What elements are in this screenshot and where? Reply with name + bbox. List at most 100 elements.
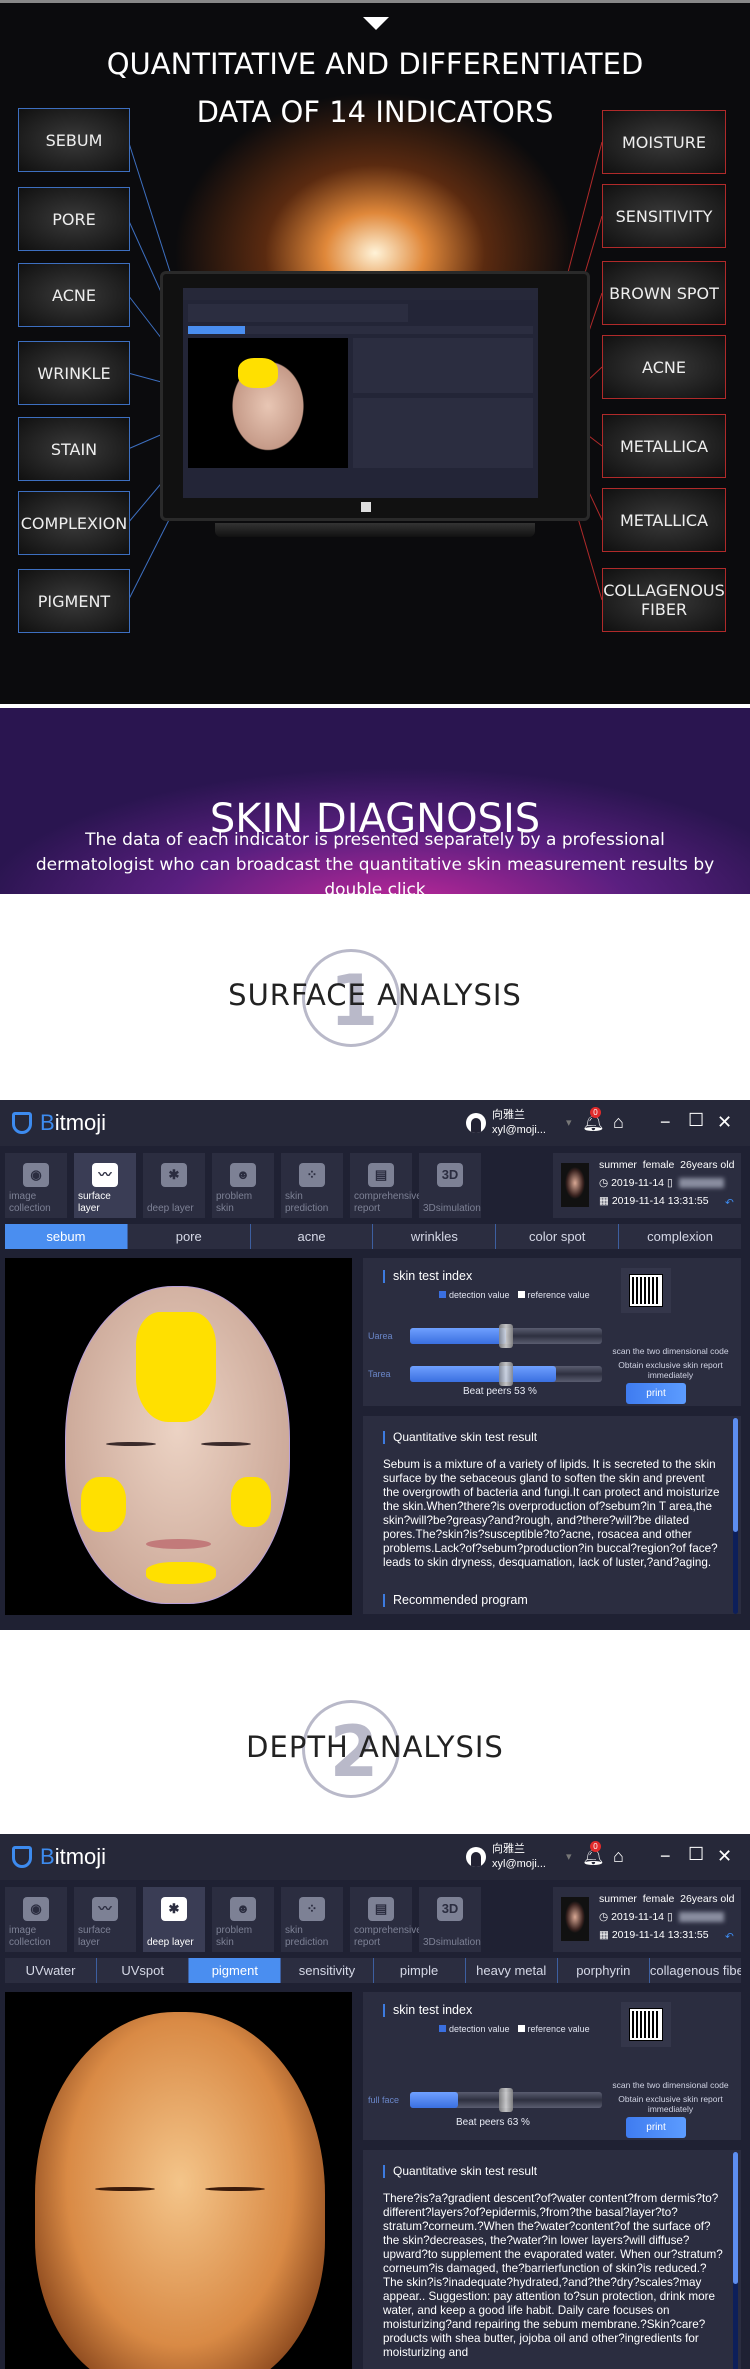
chart-monitor-icon: 〰	[92, 1163, 118, 1187]
indicator-box-right: COLLAGENOUS FIBER	[602, 568, 726, 632]
camera-icon: ◉	[23, 1163, 49, 1187]
toolbar-molecule[interactable]: ✱ deep layer	[143, 1153, 205, 1218]
tab-porphyrin[interactable]: porphyrin	[556, 1958, 649, 1983]
minimize-button[interactable]: −	[660, 1846, 671, 1867]
caret-down-icon[interactable]: ▾	[566, 1850, 572, 1865]
toolbar-camera[interactable]: ◉ image collection	[5, 1153, 67, 1218]
face-photo-pigment	[35, 2012, 325, 2369]
toolbar-molecule[interactable]: ✱ deep layer	[143, 1887, 205, 1952]
toolbar-camera[interactable]: ◉ image collection	[5, 1887, 67, 1952]
indicator-box-left: PORE	[18, 187, 130, 251]
toolbar-mask[interactable]: ☻ problem skin	[212, 1887, 274, 1952]
toolbar-mask[interactable]: ☻ problem skin	[212, 1153, 274, 1218]
close-button[interactable]: ✕	[717, 1112, 732, 1133]
qr-caption: scan the two dimensional code	[612, 2080, 729, 2090]
face-analysis-image	[5, 1992, 352, 2369]
maximize-button[interactable]: ☐	[688, 1110, 704, 1131]
maximize-button[interactable]: ☐	[688, 1844, 704, 1865]
calendar-icon: ▦	[599, 1195, 609, 1207]
indicator-box-left: ACNE	[18, 263, 130, 327]
toolbar-bubbles[interactable]: ⁘ skin prediction	[281, 1887, 343, 1952]
qr-code	[621, 1268, 671, 1313]
back-icon[interactable]: ↶	[725, 1931, 734, 1943]
toolbar-clipboard-chart[interactable]: ▤ comprehensive report	[350, 1153, 422, 1218]
bubbles-icon: ⁘	[299, 1897, 325, 1921]
qr-caption: scan the two dimensional code	[612, 1346, 729, 1356]
clock-icon: ◷	[599, 1911, 609, 1923]
print-button[interactable]: print	[626, 1383, 686, 1404]
calendar-icon: ▦	[599, 1929, 609, 1941]
mask-icon: ☻	[230, 1163, 256, 1187]
tab-wrinkles[interactable]: wrinkles	[372, 1224, 495, 1249]
indicator-tabs: sebum pore acne wrinkles color spot complexio…	[5, 1224, 741, 1249]
3d-icon: 3D	[437, 1163, 463, 1187]
tab-pore[interactable]: pore	[126, 1224, 250, 1249]
notification-badge: 0	[590, 1107, 601, 1118]
tab-pigment[interactable]: pigment	[188, 1958, 281, 1983]
home-icon[interactable]: ⌂	[613, 1112, 624, 1133]
tab-UVwater[interactable]: UVwater	[5, 1958, 96, 1983]
indicator-tabs: UVwater UVspot pigment sensitivity pimple hea…	[5, 1958, 741, 1983]
tab-color-spot[interactable]: color spot	[495, 1224, 618, 1249]
mask-icon: ☻	[230, 1897, 256, 1921]
banner-text: The data of each indicator is presented …	[35, 830, 715, 900]
back-icon[interactable]: ↶	[725, 1197, 734, 1209]
result-title: Quantitative skin test result	[383, 2165, 537, 2178]
minimize-button[interactable]: −	[660, 1112, 671, 1133]
print-button[interactable]: print	[626, 2117, 686, 2138]
qr-code	[621, 2002, 671, 2047]
phone-icon: ▯	[666, 1911, 673, 1923]
toolbar-3d[interactable]: 3D 3Dsimulation	[419, 1153, 481, 1218]
user-email: xyl@moji...	[492, 1858, 546, 1870]
tab-heavy-metal[interactable]: heavy metal	[464, 1958, 557, 1983]
toolbar-clipboard-chart[interactable]: ▤ comprehensive report	[350, 1887, 422, 1952]
avatar	[466, 1847, 486, 1867]
tab-acne[interactable]: acne	[249, 1224, 373, 1249]
skin-diagnosis-banner: SKIN DIAGNOSIS The data of each indicato…	[0, 708, 750, 900]
tab-pimple[interactable]: pimple	[372, 1958, 465, 1983]
shield-logo-icon	[12, 1846, 32, 1868]
indicator-box-left: SEBUM	[18, 108, 130, 172]
app-logo: Bitmoji	[12, 1844, 106, 1870]
indicator-box-right: METALLICA	[602, 488, 726, 552]
toolbar-chart-monitor[interactable]: 〰 surface layer	[74, 1153, 136, 1218]
bell-icon[interactable]: 🔔︎ 0	[582, 1107, 605, 1133]
user-menu[interactable]: 向雅兰 xyl@moji... ▾	[466, 1108, 571, 1138]
app-logo: Bitmoji	[12, 1110, 106, 1136]
app-window-depth: Bitmoji 向雅兰 xyl@moji... ▾ 🔔︎ 0 ⌂ − ☐ ✕ ◉ ima…	[0, 1834, 750, 2369]
toolbar-chart-monitor[interactable]: 〰 surface layer	[74, 1887, 136, 1952]
scrollbar[interactable]	[733, 2152, 738, 2369]
skin-index-panel: skin test index detection value reference…	[363, 1258, 741, 1406]
user-name: 向雅兰	[492, 1109, 525, 1121]
title-bar: Bitmoji 向雅兰 xyl@moji... ▾ 🔔︎ 0 ⌂ − ☐ ✕	[0, 1834, 750, 1880]
tab-sebum[interactable]: sebum	[5, 1224, 127, 1249]
monitor-screen	[183, 288, 538, 498]
blurred-phone	[678, 1178, 724, 1189]
detection-fill	[410, 1328, 506, 1344]
home-icon[interactable]: ⌂	[613, 1846, 624, 1867]
caret-down-icon[interactable]: ▾	[566, 1116, 572, 1131]
user-menu[interactable]: 向雅兰 xyl@moji... ▾	[466, 1842, 571, 1872]
shield-logo-icon	[12, 1112, 32, 1134]
slider-label: Tarea	[368, 1369, 391, 1379]
indicator-bar	[410, 1324, 602, 1348]
reference-marker	[499, 1362, 513, 1386]
indicator-box-left: PIGMENT	[18, 569, 130, 633]
close-button[interactable]: ✕	[717, 1846, 732, 1867]
title-bar: Bitmoji 向雅兰 xyl@moji... ▾ 🔔︎ 0 ⌂ − ☐ ✕	[0, 1100, 750, 1146]
tab-complexion[interactable]: complexion	[618, 1224, 741, 1249]
indicator-box-right: SENSITIVITY	[602, 184, 726, 248]
toolbar-3d[interactable]: 3D 3Dsimulation	[419, 1887, 481, 1952]
tab-sensitivity[interactable]: sensitivity	[280, 1958, 372, 1983]
tab-collagenous-fibe[interactable]: collagenous fibe	[648, 1958, 741, 1983]
beat-peers-text: Beat peers 53 %	[463, 1386, 537, 1397]
scrollbar[interactable]	[733, 1418, 738, 1614]
toolbar-bubbles[interactable]: ⁘ skin prediction	[281, 1153, 343, 1218]
user-email: xyl@moji...	[492, 1124, 546, 1136]
bell-icon[interactable]: 🔔︎ 0	[582, 1841, 605, 1867]
chart-legend: detection value reference value	[431, 1290, 590, 1300]
slider-label: Uarea	[368, 1331, 393, 1341]
indicator-box-right: ACNE	[602, 335, 726, 399]
tab-UVspot[interactable]: UVspot	[96, 1958, 188, 1983]
detection-fill	[410, 2092, 458, 2108]
